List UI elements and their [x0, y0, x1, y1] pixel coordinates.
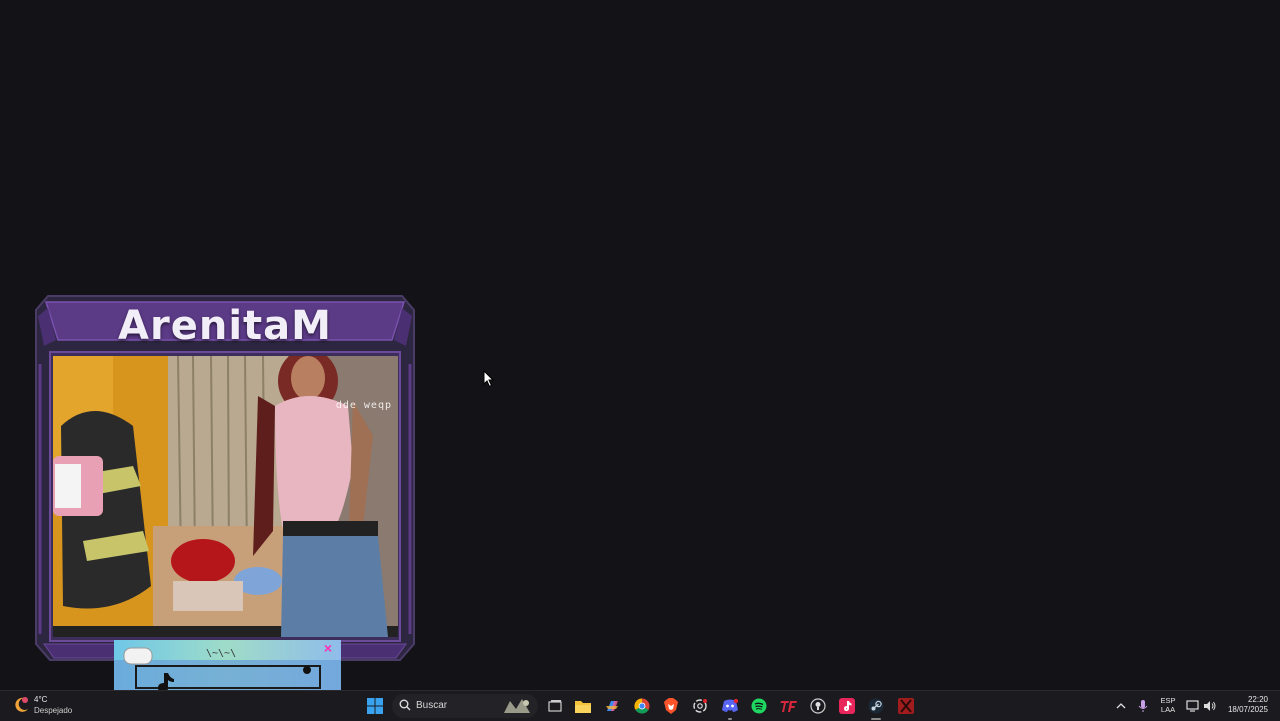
- task-view-icon: [548, 700, 562, 712]
- spotify-button[interactable]: [749, 696, 769, 716]
- copilot-button[interactable]: [602, 696, 622, 716]
- tiktok-alert-widget: \~\~\ ×: [114, 640, 341, 697]
- discord-button[interactable]: [720, 696, 740, 720]
- search-placeholder: Buscar: [416, 700, 448, 711]
- show-hidden-icons-button[interactable]: [1111, 696, 1131, 716]
- taskbar-search-box[interactable]: Buscar: [392, 694, 538, 718]
- lightbulb-app-button[interactable]: [808, 696, 828, 716]
- tiktok-button[interactable]: [837, 696, 857, 716]
- streamer-name: ArenitaM: [118, 303, 332, 349]
- chevron-up-icon: [1116, 703, 1126, 709]
- copilot-icon: [606, 701, 618, 711]
- clock-date[interactable]: 18/07/2025: [1222, 705, 1268, 714]
- search-icon: [399, 699, 411, 711]
- file-explorer-button[interactable]: [573, 696, 593, 716]
- tf-app-button[interactable]: [779, 696, 799, 716]
- chatgpt-button[interactable]: [690, 696, 710, 716]
- task-view-button[interactable]: [545, 696, 565, 716]
- network-icon: [1186, 700, 1199, 712]
- tiktok-icon: [839, 698, 855, 714]
- brave-button[interactable]: [661, 696, 681, 716]
- webcam-feed: dde weqp: [53, 356, 398, 637]
- dota-icon: [898, 698, 914, 714]
- keyboard-layout-code: LAA: [1160, 705, 1176, 714]
- cam-watermark: dde weqp: [335, 400, 392, 411]
- chrome-icon: [634, 698, 650, 714]
- weather-description: Despejado: [34, 706, 73, 715]
- steam-icon: [868, 698, 884, 714]
- moon-weather-icon: [15, 697, 28, 712]
- weather-temperature: 4°C: [34, 695, 48, 704]
- folder-icon: [575, 701, 591, 713]
- windows-logo-icon: [367, 698, 383, 714]
- input-language-indicator[interactable]: ESP LAA: [1158, 696, 1178, 714]
- windows-taskbar: 4°C Despejado Buscar ESP LAA 22:20 18/07…: [0, 690, 1280, 721]
- language-code: ESP: [1160, 696, 1176, 705]
- close-icon[interactable]: ×: [324, 641, 332, 655]
- alert-squiggle: \~\~\: [206, 648, 237, 659]
- dota-button[interactable]: [896, 696, 916, 716]
- lightbulb-icon: [810, 698, 826, 714]
- discord-icon: [722, 699, 738, 712]
- volume-button[interactable]: [1200, 696, 1220, 716]
- mouse-cursor-icon: [483, 370, 495, 388]
- microphone-status-button[interactable]: [1133, 696, 1153, 716]
- chrome-button[interactable]: [632, 696, 652, 716]
- steam-button[interactable]: [866, 696, 886, 720]
- speaker-icon: [1204, 701, 1216, 711]
- openai-icon: [693, 699, 707, 713]
- search-highlight-art-icon: [504, 699, 530, 713]
- spotify-icon: [751, 698, 767, 714]
- brave-lion-icon: [664, 698, 678, 714]
- start-button[interactable]: [365, 696, 385, 716]
- tf-letters-icon: [780, 701, 797, 712]
- webcam-scene: [53, 356, 398, 637]
- clock-time[interactable]: 22:20: [1236, 695, 1268, 704]
- microphone-icon: [1138, 700, 1148, 712]
